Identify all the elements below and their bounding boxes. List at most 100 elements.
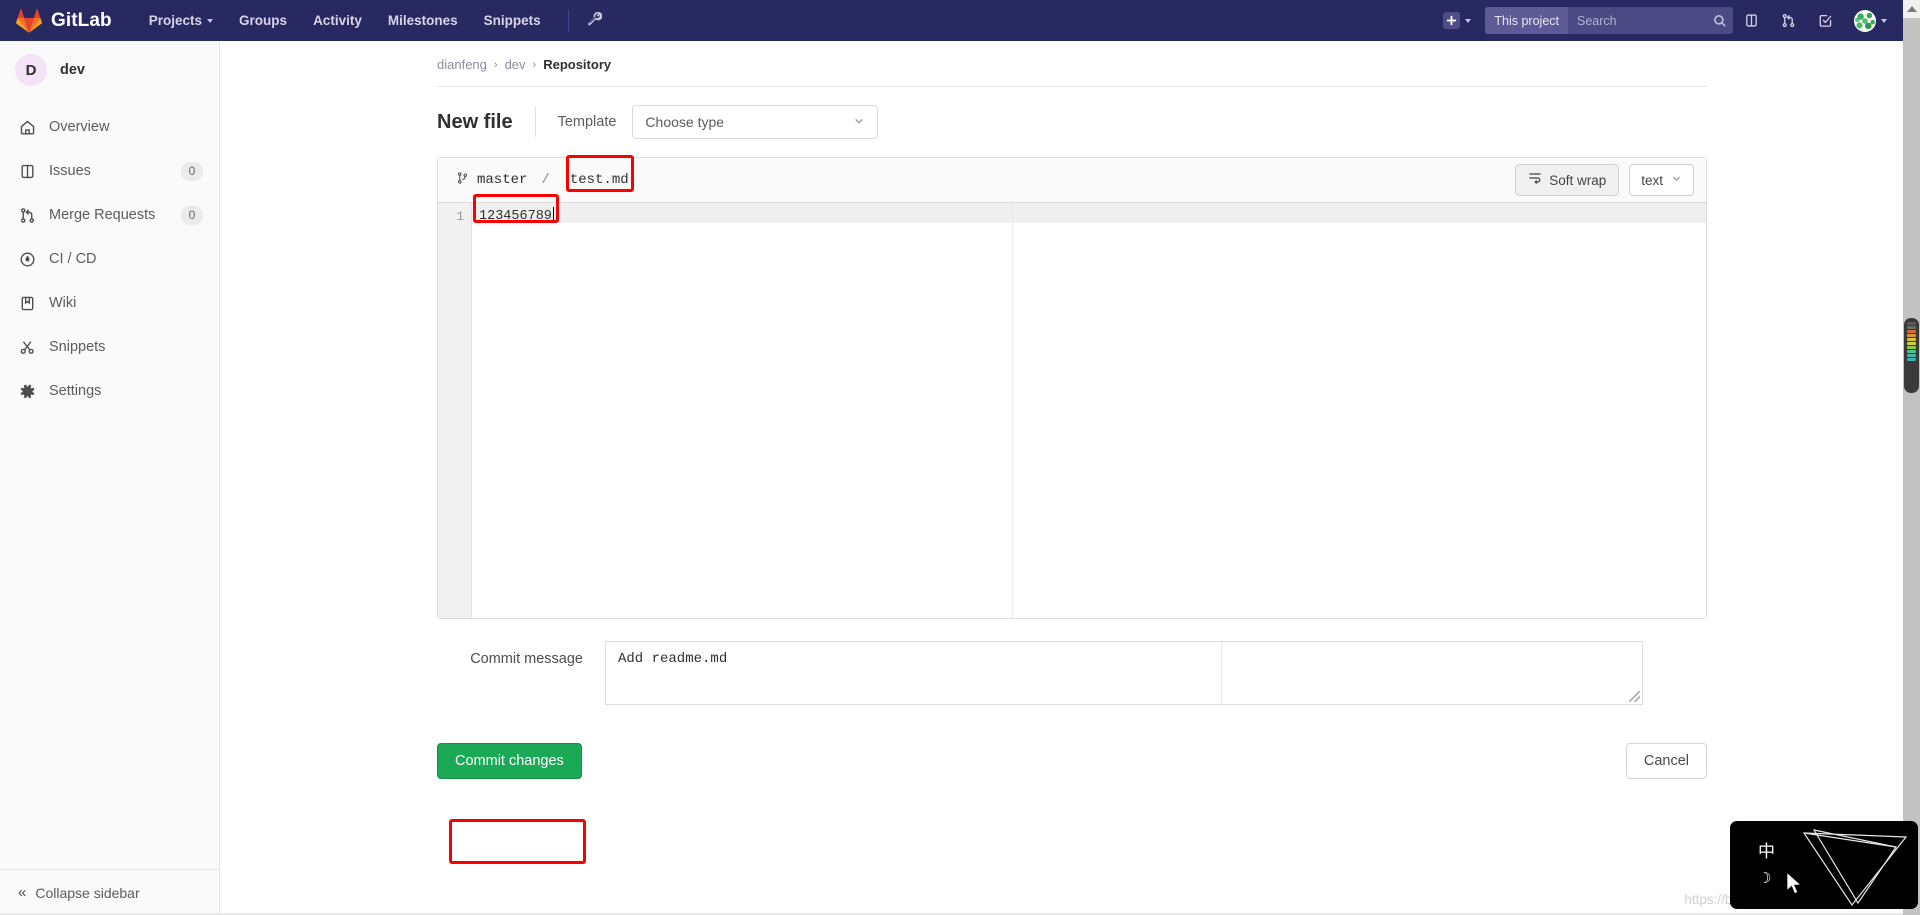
nav-divider <box>567 9 569 32</box>
breadcrumb-separator: › <box>493 58 498 71</box>
commit-message-input[interactable] <box>605 641 1222 705</box>
global-search: This project <box>1485 7 1733 34</box>
form-actions: Commit changes Cancel <box>437 705 1707 779</box>
scrollbar-thumb[interactable] <box>1904 318 1919 393</box>
soft-wrap-button[interactable]: Soft wrap <box>1515 164 1620 196</box>
project-name: dev <box>60 62 85 78</box>
page-container: dianfeng › dev › Repository New file Tem… <box>437 41 1707 779</box>
file-name-input[interactable] <box>555 157 1516 203</box>
top-nav-right-section: This project <box>1437 0 1903 41</box>
thumb-segment <box>1907 322 1916 325</box>
sidebar-project-header[interactable]: D dev <box>0 41 219 99</box>
thumb-segment <box>1907 342 1916 345</box>
template-label: Template <box>557 114 617 130</box>
todos-icon[interactable] <box>1807 13 1844 28</box>
line-number: 1 <box>456 209 464 224</box>
scissors-icon <box>19 339 36 356</box>
sidebar-item-ci-cd[interactable]: CI / CD <box>0 237 219 281</box>
code-editor-body[interactable]: 1 123456789 <box>438 203 1706 618</box>
sidebar-item-issues[interactable]: Issues 0 <box>0 149 219 193</box>
search-input[interactable] <box>1568 7 1733 34</box>
sidebar-item-snippets[interactable]: Snippets <box>0 325 219 369</box>
sidebar-item-wiki-label: Wiki <box>49 295 77 311</box>
sidebar-item-issues-label: Issues <box>49 163 91 179</box>
scroll-up-arrow[interactable] <box>1903 0 1920 18</box>
user-menu[interactable] <box>1844 9 1893 32</box>
template-type-dropdown[interactable]: Choose type <box>632 105 879 139</box>
chevron-down-icon <box>1465 19 1472 23</box>
collapse-sidebar-button[interactable]: « Collapse sidebar <box>0 869 219 915</box>
file-editor-header: master / Soft wrap <box>438 157 1706 203</box>
code-line-1: 123456789 <box>479 207 555 224</box>
topnav-item-snippets-label: Snippets <box>483 13 541 28</box>
gear-icon <box>19 383 36 400</box>
soft-wrap-icon <box>1528 171 1542 190</box>
topnav-item-snippets[interactable]: Snippets <box>471 0 554 41</box>
gitlab-logo-icon <box>16 8 42 33</box>
wrench-icon[interactable] <box>577 11 612 30</box>
editor-mode-label: text <box>1641 172 1663 188</box>
gitlab-wordmark: GitLab <box>51 9 112 31</box>
merge-requests-icon <box>19 207 36 224</box>
chevron-down-icon <box>1881 19 1887 23</box>
chevron-down-icon <box>207 19 214 23</box>
resize-handle[interactable] <box>1629 691 1640 702</box>
issues-icon[interactable] <box>1733 13 1770 28</box>
merge-requests-icon[interactable] <box>1770 13 1807 28</box>
path-separator: / <box>541 172 550 188</box>
topnav-item-activity[interactable]: Activity <box>300 0 375 41</box>
ime-floating-panel[interactable]: 中 ☽ <box>1730 821 1918 909</box>
page-title: New file <box>437 110 513 133</box>
editor-mode-dropdown[interactable]: text <box>1629 164 1694 196</box>
top-navigation-bar: GitLab Projects Groups Activity Mileston… <box>0 0 1903 41</box>
topnav-item-projects[interactable]: Projects <box>136 0 226 41</box>
breadcrumb-item-group[interactable]: dianfeng <box>437 57 487 72</box>
main-content-area: dianfeng › dev › Repository New file Tem… <box>220 41 1903 915</box>
thumb-segment <box>1907 334 1916 337</box>
triangle-up-icon <box>1906 6 1917 12</box>
sidebar-item-settings-label: Settings <box>49 383 102 399</box>
search-input-wrapper <box>1568 7 1733 34</box>
issues-icon <box>19 163 36 180</box>
cancel-button[interactable]: Cancel <box>1625 743 1707 779</box>
commit-changes-button[interactable]: Commit changes <box>437 743 582 779</box>
plus-icon <box>1443 12 1461 29</box>
commit-message-extra-panel <box>1222 641 1643 705</box>
rocket-icon <box>19 251 36 268</box>
book-icon <box>19 295 36 312</box>
topnav-item-milestones[interactable]: Milestones <box>375 0 471 41</box>
breadcrumb: dianfeng › dev › Repository <box>437 57 1707 87</box>
sidebar-item-merge-requests[interactable]: Merge Requests 0 <box>0 193 219 237</box>
code-line-1-text: 123456789 <box>479 209 552 224</box>
topnav-item-milestones-label: Milestones <box>387 13 458 28</box>
collapse-sidebar-label: Collapse sidebar <box>35 884 140 901</box>
chevron-down-icon <box>853 115 865 130</box>
thumb-segment <box>1907 346 1916 349</box>
line-number-gutter: 1 <box>438 203 472 618</box>
ime-moon-icon: ☽ <box>1758 870 1772 887</box>
sidebar-item-issues-badge: 0 <box>181 161 203 181</box>
search-scope-chip[interactable]: This project <box>1485 7 1568 34</box>
home-icon <box>19 119 36 136</box>
sidebar-item-snippets-label: Snippets <box>49 339 106 355</box>
breadcrumb-item-current: Repository <box>543 57 612 72</box>
sidebar-item-wiki[interactable]: Wiki <box>0 281 219 325</box>
search-icon[interactable] <box>1713 14 1727 28</box>
sidebar-item-overview[interactable]: Overview <box>0 105 219 149</box>
thumb-segment <box>1907 350 1916 353</box>
ime-mode-indicator[interactable]: 中 <box>1758 837 1775 862</box>
top-nav-links: Projects Groups Activity Milestones Snip… <box>136 0 612 41</box>
branch-name: master <box>477 172 528 188</box>
new-item-button[interactable] <box>1437 12 1477 29</box>
breadcrumb-separator: › <box>532 58 537 71</box>
mouse-cursor-icon <box>1785 871 1807 902</box>
avatar <box>1854 9 1876 32</box>
topnav-item-groups[interactable]: Groups <box>226 0 300 41</box>
gitlab-home-link[interactable]: GitLab <box>0 0 136 41</box>
sidebar-item-settings[interactable]: Settings <box>0 369 219 413</box>
page-scrollbar[interactable] <box>1903 0 1920 915</box>
breadcrumb-item-project[interactable]: dev <box>505 57 526 72</box>
sidebar-item-ci-cd-label: CI / CD <box>49 251 97 267</box>
sidebar-item-merge-requests-label: Merge Requests <box>49 207 156 223</box>
new-file-header: New file Template Choose type <box>437 87 1707 157</box>
